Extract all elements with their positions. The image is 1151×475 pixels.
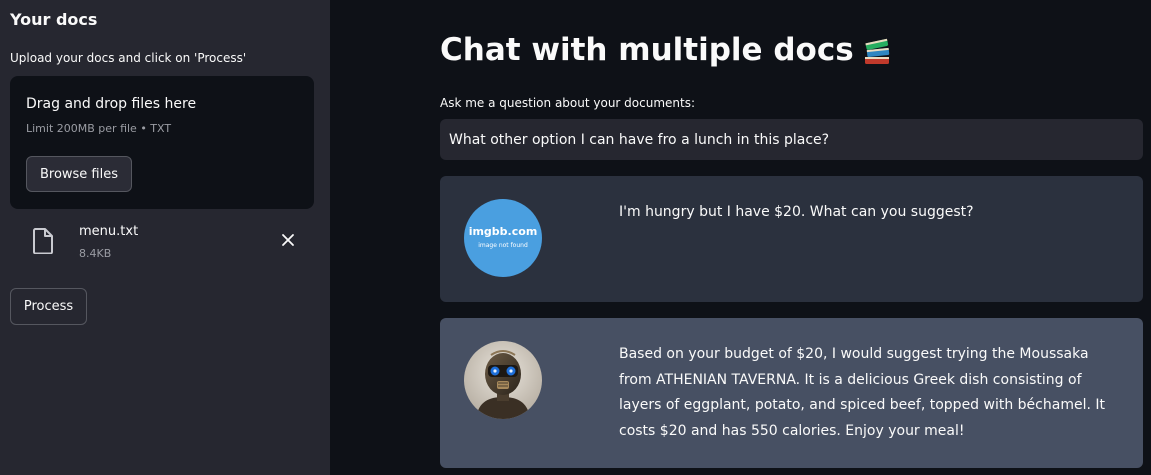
page-title-text: Chat with multiple docs xyxy=(440,32,854,68)
sidebar: Your docs Upload your docs and click on … xyxy=(0,0,330,475)
chat-message-user: imgbb.com image not found I'm hungry but… xyxy=(440,176,1143,302)
close-icon[interactable] xyxy=(278,230,298,250)
file-dropzone[interactable]: Drag and drop files here Limit 200MB per… xyxy=(10,76,314,209)
file-size: 8.4KB xyxy=(79,247,112,260)
message-text: Based on your budget of $20, I would sug… xyxy=(619,346,1105,439)
app: Your docs Upload your docs and click on … xyxy=(0,0,1151,475)
books-icon xyxy=(864,38,889,64)
page-title: Chat with multiple docs xyxy=(440,32,892,68)
dropzone-limit: Limit 200MB per file • TXT xyxy=(26,122,172,135)
upload-label: Upload your docs and click on 'Process' xyxy=(10,51,247,65)
sidebar-title: Your docs xyxy=(10,10,98,29)
file-icon xyxy=(33,228,53,254)
dropzone-title: Drag and drop files here xyxy=(26,96,197,112)
robot-avatar xyxy=(464,341,542,419)
avatar-placeholder-note: image not found xyxy=(478,242,528,249)
question-label: Ask me a question about your documents: xyxy=(440,96,696,110)
chat-message-bot: Based on your budget of $20, I would sug… xyxy=(440,318,1143,468)
browse-files-button[interactable]: Browse files xyxy=(26,156,132,192)
uploaded-file: menu.txt 8.4KB xyxy=(30,222,304,266)
question-input[interactable] xyxy=(440,119,1143,160)
message-text: I'm hungry but I have $20. What can you … xyxy=(619,204,974,220)
process-button[interactable]: Process xyxy=(10,288,87,325)
robot-avatar-image xyxy=(464,341,542,419)
avatar-placeholder-brand: imgbb.com xyxy=(468,225,538,238)
file-name: menu.txt xyxy=(79,224,139,239)
user-avatar: imgbb.com image not found xyxy=(464,199,542,277)
